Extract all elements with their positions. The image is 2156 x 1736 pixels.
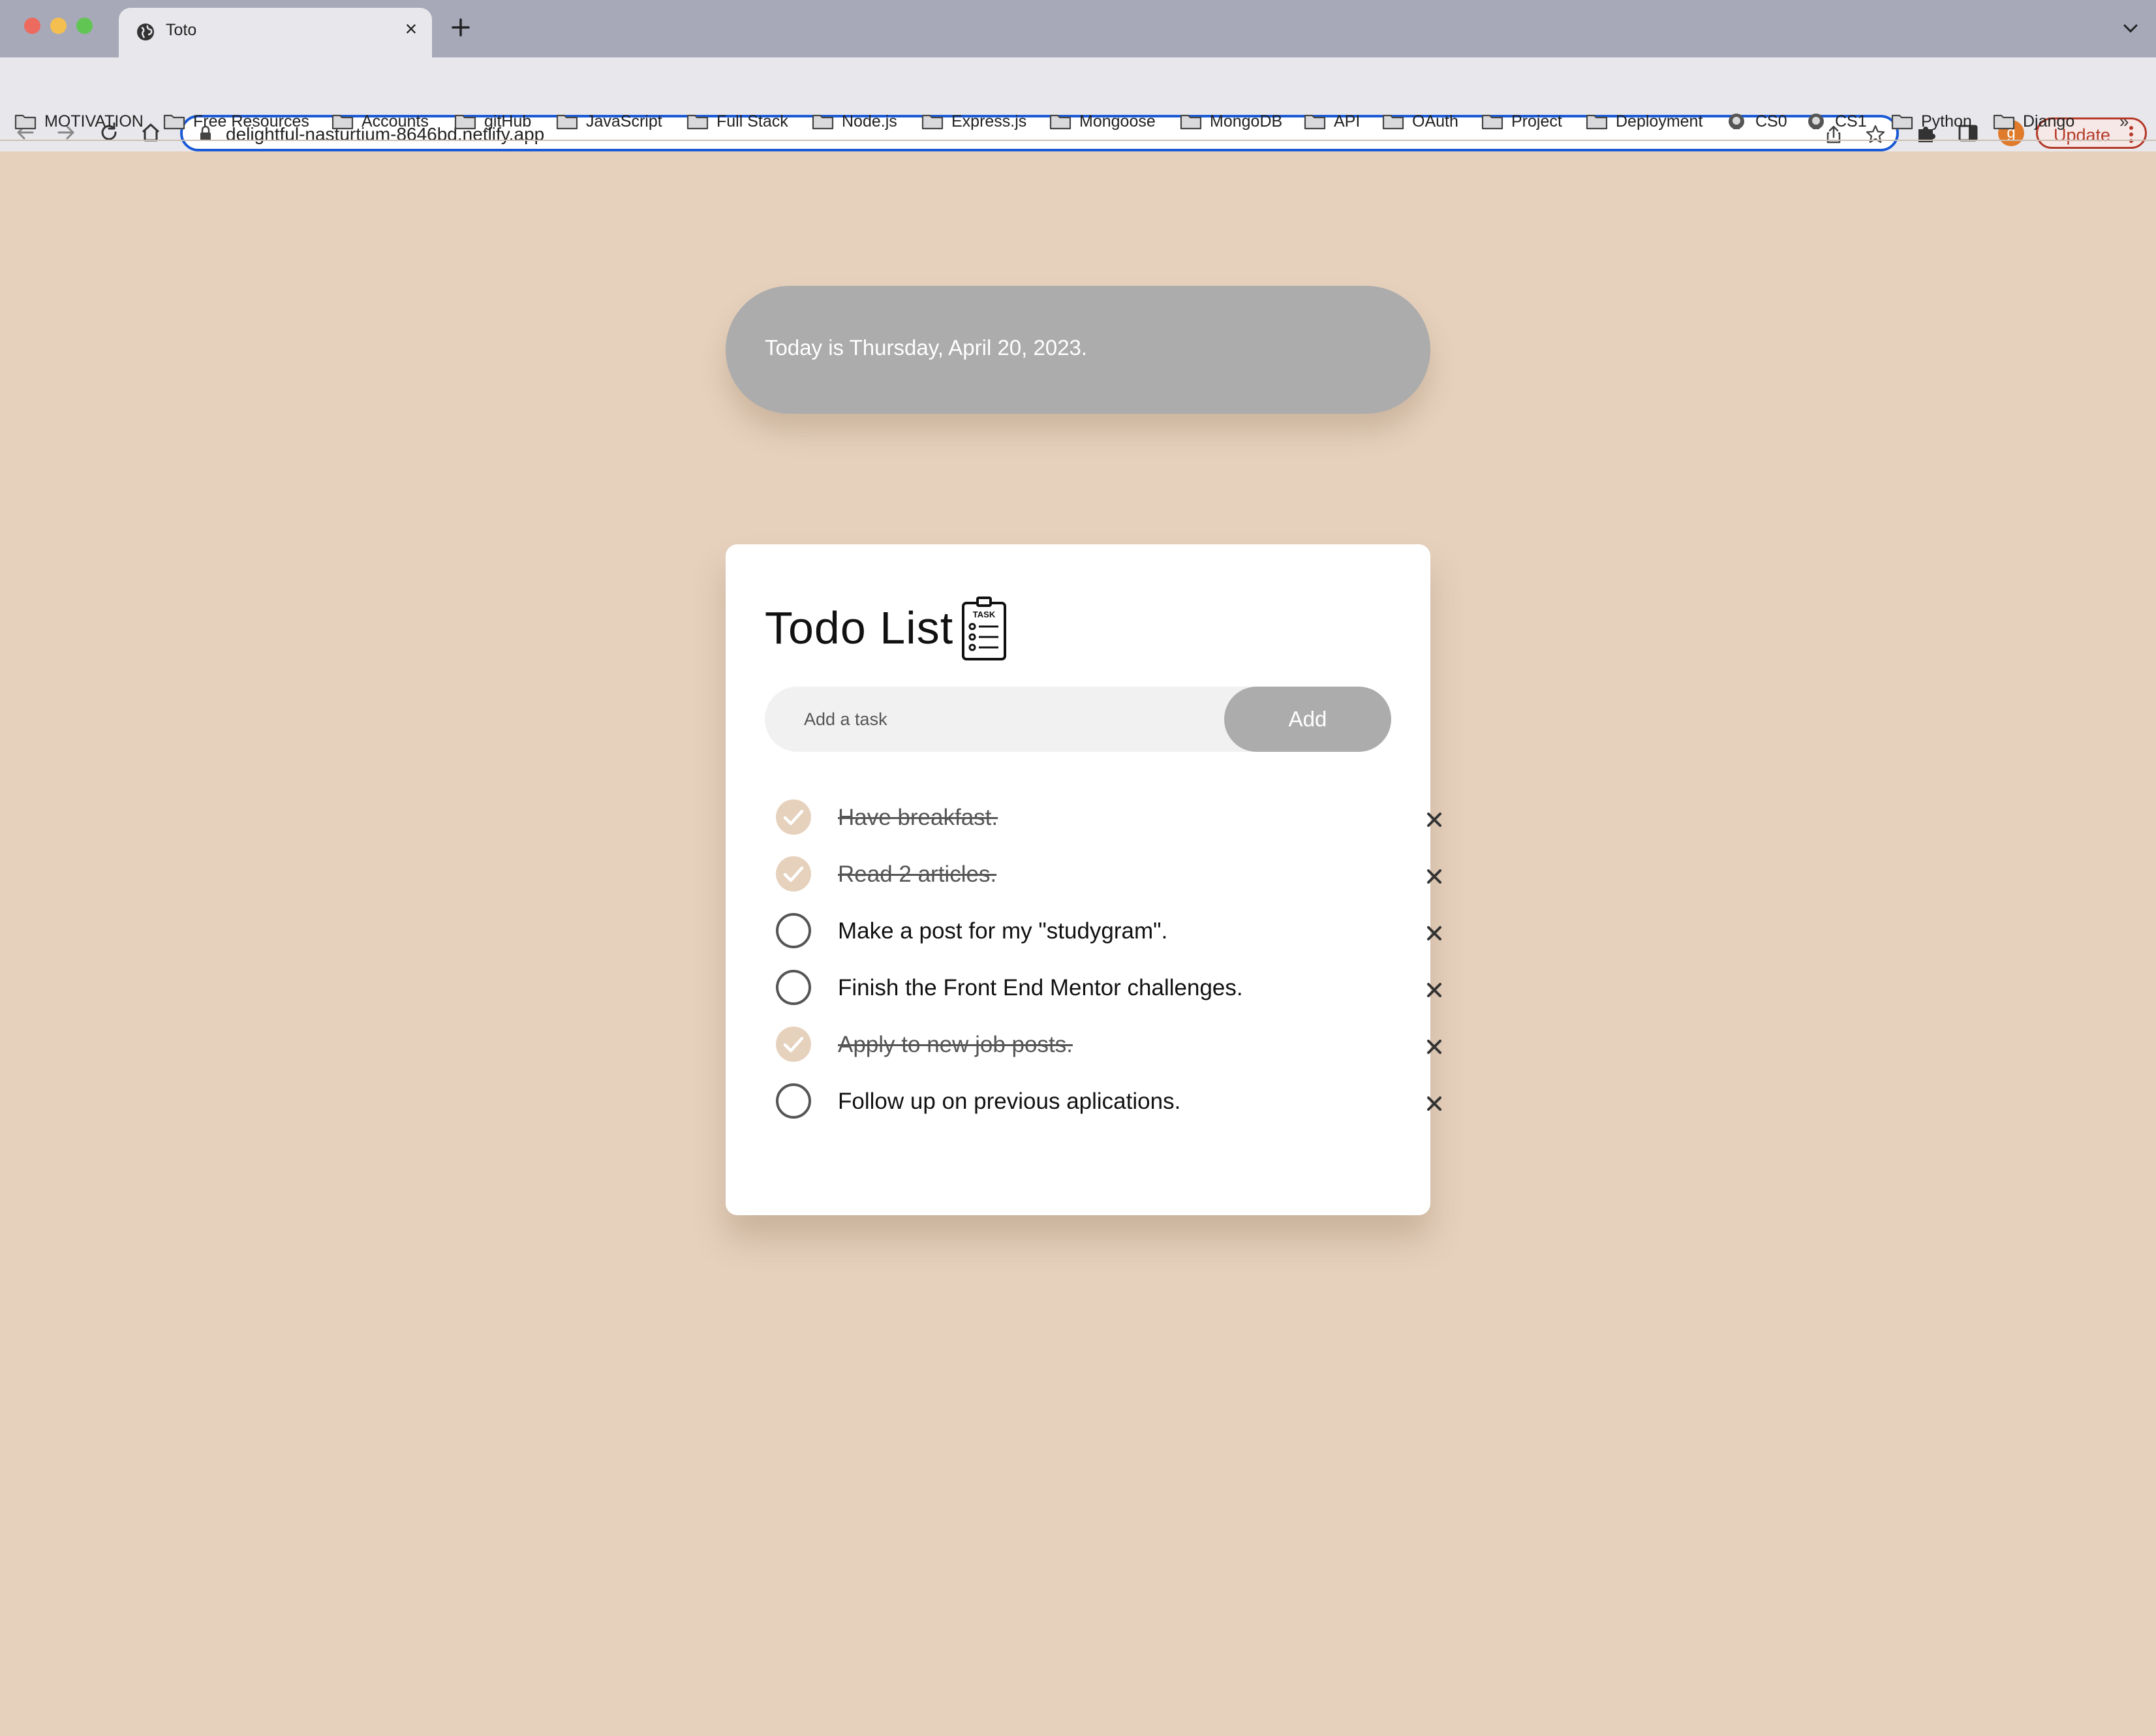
bookmark-label: Free Resources [193, 112, 309, 131]
todo-item[interactable]: Have breakfast. [775, 791, 1441, 848]
bookmark-label: Django [2023, 112, 2075, 131]
folder-icon [1586, 114, 1608, 130]
bookmark-item[interactable]: gitHub [454, 103, 531, 140]
folder-icon [1993, 114, 2015, 130]
folder-icon [454, 114, 476, 130]
bookmark-item[interactable]: Python [1891, 103, 1972, 140]
todo-item[interactable]: Follow up on previous aplications. [775, 1075, 1441, 1132]
bookmark-item[interactable]: Express.js [921, 103, 1026, 140]
chrome-divider [0, 140, 2156, 141]
browser-tab[interactable]: Toto × [119, 8, 432, 57]
todo-text: Have breakfast. [838, 805, 998, 830]
bookmark-label: API [1334, 112, 1361, 131]
bookmark-label: Mongoose [1079, 112, 1156, 131]
bookmark-label: OAuth [1412, 112, 1458, 131]
unchecked-circle-icon[interactable] [775, 969, 812, 1006]
bookmark-label: Full Stack [716, 112, 788, 131]
tab-search-chevron-icon[interactable] [2121, 18, 2140, 38]
todo-item[interactable]: Finish the Front End Mentor challenges. [775, 961, 1441, 1018]
bookmark-label: CS1 [1835, 112, 1867, 131]
add-task-button[interactable]: Add [1224, 687, 1391, 752]
folder-icon [1891, 114, 1913, 130]
delete-x-icon[interactable] [1424, 866, 1445, 887]
globe-icon [137, 23, 154, 40]
todo-list: Have breakfast. Read 2 articles. Make a po… [775, 791, 1441, 1132]
todo-text: Finish the Front End Mentor challenges. [838, 975, 1243, 1000]
todo-item[interactable]: Apply to new job posts. [775, 1018, 1441, 1075]
bookmark-item[interactable]: MOTIVATION [14, 103, 144, 140]
folder-icon [812, 114, 834, 130]
todo-text: Follow up on previous aplications. [838, 1089, 1181, 1114]
bookmark-item[interactable]: CS0 [1725, 103, 1787, 140]
bookmark-label: Project [1511, 112, 1562, 131]
folder-icon [1180, 114, 1202, 130]
bookmark-item[interactable]: Django [1993, 103, 2074, 140]
folder-icon [1382, 114, 1404, 130]
bookmark-item[interactable]: Mongoose [1049, 103, 1156, 140]
folder-icon [921, 114, 944, 130]
bookmark-label: MOTIVATION [44, 112, 144, 131]
bookmark-item[interactable]: Free Resources [163, 103, 309, 140]
folder-icon [1481, 114, 1503, 130]
date-text: Today is Thursday, April 20, 2023. [765, 335, 1088, 360]
bookmark-label: Accounts [362, 112, 429, 131]
todo-card: Todo List TASK Add Have breakfast. Read 2… [726, 544, 1441, 1215]
window-minimize-button[interactable] [50, 18, 67, 34]
bookmark-label: Python [1921, 112, 1972, 131]
bookmark-item[interactable]: JavaScript [556, 103, 662, 140]
delete-x-icon[interactable] [1424, 1036, 1445, 1057]
checked-circle-icon[interactable] [775, 799, 812, 835]
date-banner: Today is Thursday, April 20, 2023. [726, 286, 1430, 414]
bookmarks-bar: MOTIVATION Free Resources Accounts gitHu… [0, 103, 2156, 140]
bookmark-label: Express.js [951, 112, 1027, 131]
checked-circle-icon[interactable] [775, 1026, 812, 1062]
bookmark-item[interactable]: CS1 [1805, 103, 1867, 140]
delete-x-icon[interactable] [1424, 923, 1445, 944]
bookmarks-overflow-chevron-icon[interactable]: » [2119, 103, 2129, 140]
folder-icon [331, 114, 354, 130]
bookmark-item[interactable]: Project [1481, 103, 1562, 140]
todo-text: Make a post for my "studygram". [838, 918, 1168, 944]
checked-circle-icon[interactable] [775, 856, 812, 892]
window-zoom-button[interactable] [76, 18, 93, 34]
new-tab-icon[interactable] [449, 16, 472, 39]
folder-icon [1049, 114, 1071, 130]
folder-icon [163, 114, 185, 130]
bookmark-label: Node.js [842, 112, 897, 131]
bookmark-label: Deployment [1616, 112, 1703, 131]
delete-x-icon[interactable] [1424, 980, 1445, 1000]
unchecked-circle-icon[interactable] [775, 1083, 812, 1119]
delete-x-icon[interactable] [1424, 1093, 1445, 1114]
folder-icon [556, 114, 578, 130]
bookmark-label: gitHub [484, 112, 532, 131]
bookmark-item[interactable]: Deployment [1586, 103, 1702, 140]
svg-text:TASK: TASK [973, 610, 996, 619]
bookmark-label: MongoDB [1210, 112, 1283, 131]
page-title: Todo List [765, 602, 954, 653]
bookmark-item[interactable]: Full Stack [686, 103, 788, 140]
folder-icon [1304, 114, 1326, 130]
bookmark-label: CS0 [1755, 112, 1787, 131]
tab-close-icon[interactable]: × [399, 17, 423, 40]
task-clipboard-icon: TASK [962, 597, 1006, 660]
tab-title: Toto [166, 21, 197, 39]
github-icon [1729, 114, 1744, 129]
todo-text: Apply to new job posts. [838, 1032, 1073, 1057]
todo-text: Read 2 articles. [838, 861, 997, 887]
github-icon [1808, 114, 1824, 129]
bookmark-item[interactable]: Accounts [331, 103, 429, 140]
todo-item[interactable]: Read 2 articles. [775, 848, 1441, 905]
folder-icon [686, 114, 709, 130]
window-close-button[interactable] [24, 18, 40, 34]
bookmark-item[interactable]: MongoDB [1180, 103, 1282, 140]
todo-item[interactable]: Make a post for my "studygram". [775, 905, 1441, 961]
bookmark-label: JavaScript [586, 112, 662, 131]
folder-icon [14, 114, 37, 130]
bookmark-item[interactable]: Node.js [812, 103, 897, 140]
unchecked-circle-icon[interactable] [775, 912, 812, 949]
bookmark-item[interactable]: OAuth [1382, 103, 1458, 140]
tab-strip: Toto × [0, 0, 2156, 57]
delete-x-icon[interactable] [1424, 809, 1445, 830]
bookmark-item[interactable]: API [1304, 103, 1360, 140]
